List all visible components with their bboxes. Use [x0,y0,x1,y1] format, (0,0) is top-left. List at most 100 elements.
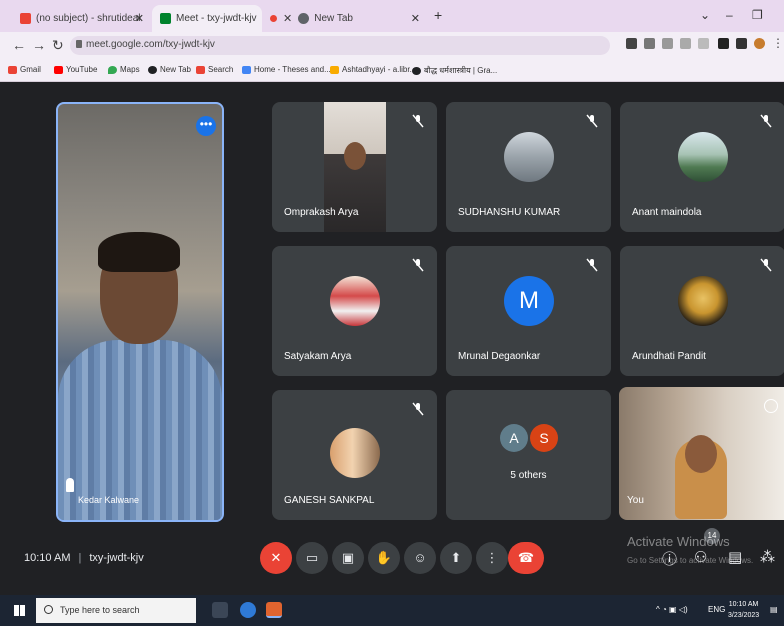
bookmark-maps[interactable]: Maps [108,65,140,74]
forward-icon[interactable]: → [32,37,46,53]
participant-avatar [504,132,554,182]
chrome-icon [412,66,421,75]
task-view-icon[interactable] [212,602,228,618]
share-icon[interactable] [680,38,691,49]
hang-up-button[interactable]: ☎ [508,542,544,574]
bookmark-label: New Tab [160,65,191,74]
mic-off-icon [760,258,772,272]
mic-off-icon [412,402,424,416]
participant-tile[interactable]: Anant maindola [620,102,784,232]
extension-icon[interactable] [644,38,655,49]
more-options-icon[interactable] [764,399,778,413]
more-options-icon[interactable]: ••• [196,116,216,136]
bookmark-label: Ashtadhyayi - a.libr... [342,65,417,74]
tab-new-tab[interactable]: ✕ New Tab ✕ [262,5,428,32]
self-view-tile[interactable]: ••• Kedar Kalwane [56,102,224,522]
menu-icon[interactable]: ⋮ [772,36,784,50]
bookmark-ashtadhyayi[interactable]: Ashtadhyayi - a.libr... [330,65,416,74]
raise-hand-icon[interactable]: ✋ [368,542,400,574]
participant-name: Mrunal Degaonkar [458,351,541,362]
language-indicator[interactable]: ENG [708,605,725,614]
more-options-icon[interactable]: ⋮ [476,542,508,574]
others-label: 5 others [510,470,547,481]
home-icon [242,65,251,74]
browser-tabbar: (no subject) - shrutideale@gma ✕ Meet - … [0,0,784,32]
participant-tile[interactable]: SUDHANSHU KUMAR [446,102,611,232]
tab-meet[interactable]: Meet - txy-jwdt-kjv [152,5,262,32]
maximize-button[interactable]: ❐ [752,8,763,22]
back-icon[interactable]: ← [12,37,26,53]
video-face [344,142,366,170]
url-input[interactable]: meet.google.com/txy-jwdt-kjv [70,36,610,55]
avatar[interactable] [754,38,765,49]
participant-name: GANESH SANKPAL [284,495,375,506]
mic-off-icon[interactable]: ✕ [260,542,292,574]
bookmark-label: Home - Theses and... [254,65,331,74]
taskbar-clock[interactable]: 10:10 AM 3/23/2023 [728,599,759,621]
search-placeholder: Type here to search [60,605,140,615]
bookmarks-bar: Gmail YouTube Maps New Tab Search Home -… [0,58,784,82]
participant-avatar [678,276,728,326]
notification-icon[interactable]: ▤ [770,605,778,614]
close-icon[interactable]: ✕ [135,12,144,25]
chevron-down-icon[interactable]: ⌄ [700,8,710,22]
tab-gmail[interactable]: (no subject) - shrutideale@gma ✕ [12,5,152,32]
minimize-button[interactable]: – [726,8,733,22]
participant-avatar [330,276,380,326]
camera-icon[interactable] [626,38,637,49]
tab-title: New Tab [314,13,353,24]
activities-icon[interactable]: ⁂ [760,548,775,566]
bookmark-youtube[interactable]: YouTube [54,65,97,74]
bookmark-bauddha[interactable]: बौद्ध धर्मशास्त्रीय | Gra... [412,65,497,76]
chrome-app-icon[interactable] [240,602,256,618]
you-tile[interactable]: You [619,387,784,520]
participant-tile[interactable]: Omprakash Arya [272,102,437,232]
close-icon[interactable]: ✕ [283,12,292,25]
bookmark-star-icon[interactable] [698,38,709,49]
bookmark-label: Search [208,65,234,74]
bookmark-new-tab[interactable]: New Tab [148,65,191,74]
sidepanel-icon[interactable] [736,38,747,49]
meet-stage: ••• Kedar Kalwane Omprakash Arya SUDHANS… [0,82,784,595]
close-icon[interactable]: ✕ [411,12,420,25]
url-text: meet.google.com/txy-jwdt-kjv [86,39,215,50]
bookmark-label: बौद्ध धर्मशास्त्रीय | Gra... [424,66,498,75]
others-tile[interactable]: A S 5 others [446,390,611,520]
activate-windows-hint: Go to Settings to activate Windows. [627,556,754,565]
bookmark-label: Maps [120,65,140,74]
zoom-icon[interactable] [662,38,673,49]
search-icon [196,65,205,74]
bookmark-gmail[interactable]: Gmail [8,65,41,74]
participant-tile[interactable]: GANESH SANKPAL [272,390,437,520]
participant-avatar: S [530,424,558,452]
taskbar-search-input[interactable]: Type here to search [36,598,196,623]
captions-icon[interactable]: ▣ [332,542,364,574]
gmail-icon [8,65,17,74]
bookmark-theses[interactable]: Home - Theses and... [242,65,331,74]
participant-name: Anant maindola [632,207,702,218]
chrome-app-icon[interactable] [266,602,282,618]
reload-icon[interactable]: ↻ [52,37,64,54]
new-tab-button[interactable]: + [434,7,442,23]
participant-tile[interactable]: Satyakam Arya [272,246,437,376]
participant-avatar: M [504,276,554,326]
puzzle-icon[interactable] [718,38,729,49]
address-bar-row: ← → ↻ meet.google.com/txy-jwdt-kjv ⋮ [0,32,784,58]
windows-taskbar: Type here to search ^ ◔ ▣ ◁) ENG 10:10 A… [0,595,784,626]
bookmark-label: YouTube [66,65,98,74]
bookmark-search[interactable]: Search [196,65,233,74]
participant-name: Satyakam Arya [284,351,352,362]
emoji-icon[interactable]: ☺ [404,542,436,574]
participant-tile[interactable]: M Mrunal Degaonkar [446,246,611,376]
camera-icon[interactable]: ▭ [296,542,328,574]
tray-icons[interactable]: ^ ◔ ▣ ◁) [656,605,688,614]
recording-dot-icon [270,15,277,22]
windows-start-icon[interactable] [14,605,25,616]
present-icon[interactable]: ⬆ [440,542,472,574]
participant-name: Omprakash Arya [284,207,359,218]
participant-tile[interactable]: Arundhati Pandit [620,246,784,376]
participant-name: You [627,495,644,506]
activate-windows-watermark: Activate Windows [627,534,730,549]
mic-off-icon [586,258,598,272]
gmail-icon [20,13,31,24]
